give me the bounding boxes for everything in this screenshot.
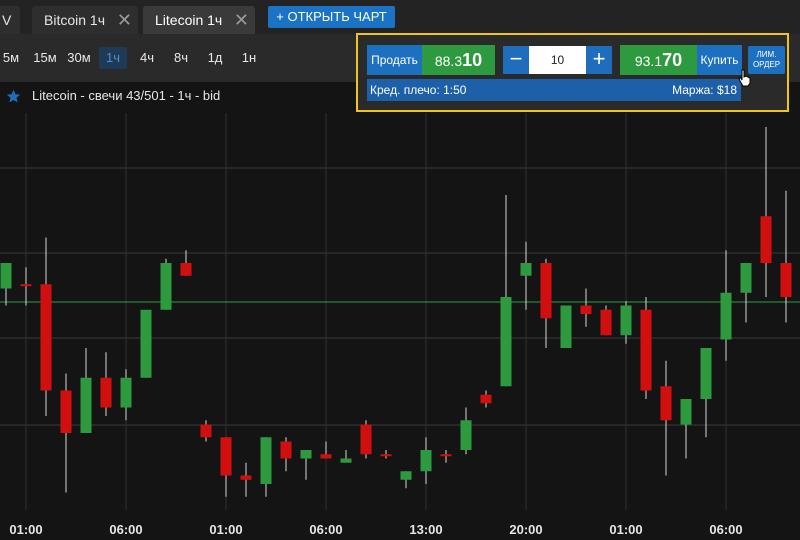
timeframe-30m[interactable]: 30м xyxy=(64,47,94,69)
candle-body xyxy=(160,263,172,310)
candle-body xyxy=(480,394,492,404)
tab-label: V xyxy=(2,12,12,28)
candle-body xyxy=(560,305,572,348)
tab-bar: V Bitcoin 1ч ✕ Litecoin 1ч ✕ + ОТКРЫТЬ Ч… xyxy=(0,0,800,34)
chart-title: Litecoin - свечи 43/501 - 1ч - bid xyxy=(32,88,221,103)
candle-body xyxy=(280,441,292,459)
candle-body xyxy=(580,305,592,314)
margin-text: Маржа: $18 xyxy=(672,83,737,97)
x-tick-label: 06:00 xyxy=(709,522,742,537)
candle-body xyxy=(740,263,752,293)
candle-body xyxy=(0,263,12,289)
candle[interactable] xyxy=(560,305,572,349)
candle[interactable] xyxy=(160,258,172,310)
tab-label: Bitcoin 1ч xyxy=(44,12,105,28)
candle-body xyxy=(200,424,212,438)
buy-price[interactable]: 93.170 xyxy=(620,45,697,75)
candle-body xyxy=(340,458,352,463)
timeframe-1w[interactable]: 1н xyxy=(236,47,262,69)
timeframe-1h[interactable]: 1ч xyxy=(99,47,127,69)
x-tick-label: 20:00 xyxy=(509,522,542,537)
x-tick-label: 06:00 xyxy=(309,522,342,537)
candle-body xyxy=(700,348,712,399)
candle-body xyxy=(460,420,472,450)
limit-order-button[interactable]: ЛИМ. ОРДЕР xyxy=(748,46,785,74)
candle-body xyxy=(120,377,132,408)
tab-bitcoin[interactable]: Bitcoin 1ч ✕ xyxy=(32,6,138,34)
candle-body xyxy=(540,263,552,319)
tab-litecoin[interactable]: Litecoin 1ч ✕ xyxy=(143,6,255,34)
candle-body xyxy=(620,305,632,336)
candle-body xyxy=(320,454,332,459)
candle-body xyxy=(720,292,732,340)
close-icon[interactable]: ✕ xyxy=(234,6,249,34)
candle-body xyxy=(300,450,312,459)
candle-body xyxy=(20,284,32,287)
candle-body xyxy=(80,377,92,433)
hand-cursor-icon xyxy=(738,69,751,87)
candle-body xyxy=(680,399,692,425)
x-tick-label: 06:00 xyxy=(109,522,142,537)
buy-price-pips: 70 xyxy=(662,50,683,70)
open-chart-button[interactable]: + ОТКРЫТЬ ЧАРТ xyxy=(268,6,395,28)
candle[interactable] xyxy=(640,297,652,399)
trade-panel: Продать 88.310 − + 93.170 Купить ЛИМ. ОР… xyxy=(356,33,789,112)
timeframe-1d[interactable]: 1д xyxy=(202,47,228,69)
sell-price-pips: 10 xyxy=(462,50,483,70)
candle-body xyxy=(260,437,272,484)
trading-app: 01:00 06:00 01:00 06:00 13:00 20:00 01:00 06:00… xyxy=(0,0,800,540)
sell-price[interactable]: 88.310 xyxy=(422,45,495,75)
candle-body xyxy=(640,309,652,391)
candle-body xyxy=(180,263,192,276)
sell-button[interactable]: Продать xyxy=(367,45,422,75)
candle[interactable] xyxy=(140,309,152,378)
candle-body xyxy=(100,377,112,408)
x-tick-label: 01:00 xyxy=(209,522,242,537)
timeframe-5m[interactable]: 5м xyxy=(0,47,22,69)
candle-body xyxy=(760,216,772,263)
x-tick-label: 13:00 xyxy=(409,522,442,537)
x-tick-label: 01:00 xyxy=(9,522,42,537)
close-icon[interactable]: ✕ xyxy=(117,6,132,34)
increase-quantity-button[interactable]: + xyxy=(586,46,612,74)
sell-price-main: 88.3 xyxy=(434,53,463,69)
candle-body xyxy=(440,454,452,457)
candle-body xyxy=(220,437,232,476)
buy-price-main: 93.1 xyxy=(634,53,663,69)
candle-body xyxy=(600,309,612,336)
candle[interactable] xyxy=(600,305,612,336)
candle-body xyxy=(420,450,432,472)
candle-body xyxy=(780,263,792,297)
tab-v[interactable]: V xyxy=(0,6,20,34)
quantity-input[interactable] xyxy=(529,46,586,74)
candle-body xyxy=(60,390,72,433)
candle-body xyxy=(360,424,372,455)
candle[interactable] xyxy=(360,420,372,459)
timeframe-15m[interactable]: 15м xyxy=(31,47,59,69)
candle-body xyxy=(40,284,52,391)
limit-label-1: ЛИМ. xyxy=(756,50,777,59)
candle-body xyxy=(520,263,532,276)
leverage-text: Кред. плечо: 1:50 xyxy=(370,83,467,97)
timeframe-8h[interactable]: 8ч xyxy=(168,47,194,69)
timeframe-4h[interactable]: 4ч xyxy=(134,47,160,69)
star-icon[interactable] xyxy=(6,89,21,104)
candle-body xyxy=(500,297,512,387)
x-tick-label: 01:00 xyxy=(609,522,642,537)
limit-label-2: ОРДЕР xyxy=(752,60,781,69)
trade-info-bar: Кред. плечо: 1:50 Маржа: $18 xyxy=(367,79,741,101)
buy-button[interactable]: Купить xyxy=(697,45,742,75)
decrease-quantity-button[interactable]: − xyxy=(503,46,529,74)
candle-body xyxy=(240,475,252,480)
candle-body xyxy=(140,309,152,378)
candle-body xyxy=(660,386,672,421)
candle-body xyxy=(380,454,392,457)
tab-label: Litecoin 1ч xyxy=(155,12,223,28)
candle-body xyxy=(400,471,412,480)
